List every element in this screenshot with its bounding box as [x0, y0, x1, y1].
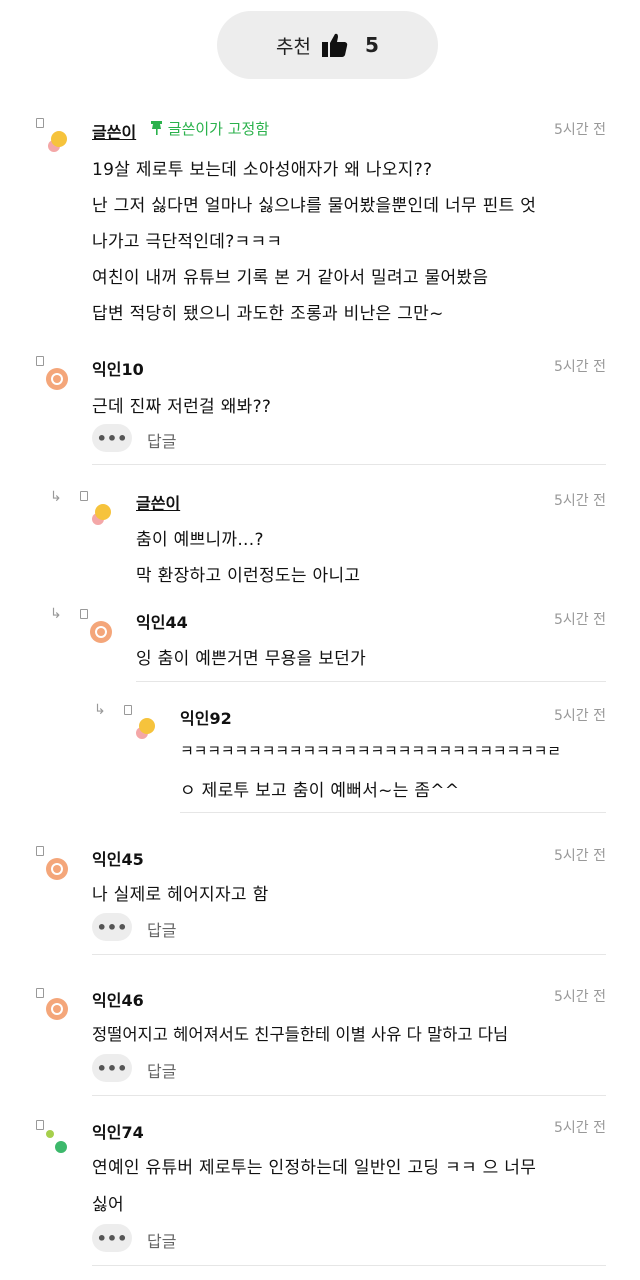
- reply-arrow-icon: ↳: [94, 702, 106, 718]
- comment-item: 글쓴이 글쓴이가 고정함 5시간 전 19살 제로투 보는데 소아성애자가 왜 …: [0, 110, 640, 340]
- comment-time: 5시간 전: [554, 359, 606, 375]
- comment-text-line: 나가고 극단적인데?ㅋㅋㅋ: [92, 232, 283, 252]
- level-badge-icon: [36, 846, 44, 856]
- divider: [92, 954, 606, 955]
- comment-time: 5시간 전: [554, 122, 606, 138]
- reply-button[interactable]: 답글: [147, 1058, 176, 1082]
- writer-avatar-icon: [48, 131, 67, 152]
- comment-text-line: 춤이 예쁘니까...?: [136, 530, 264, 550]
- comment-item: 익인45 5시간 전 나 실제로 헤어지자고 함 ••• 답글: [0, 840, 640, 960]
- comment-text-line: 잉 춤이 예쁜거면 무용을 보던가: [136, 649, 367, 669]
- reply-arrow-icon: ↳: [50, 606, 62, 622]
- more-options-button[interactable]: •••: [92, 1054, 132, 1082]
- level-badge-icon: [80, 609, 88, 619]
- comment-text-line: 싫어: [92, 1195, 124, 1215]
- avatar-icon: [90, 621, 112, 643]
- comment-time: 5시간 전: [554, 989, 606, 1005]
- comment-author[interactable]: 익인44: [136, 609, 188, 633]
- comment-author[interactable]: 익인45: [92, 846, 144, 870]
- comment-item: ↳ 글쓴이 5시간 전 춤이 예쁘니까...? 막 환장하고 이런정도는 아니고: [0, 485, 640, 595]
- reply-arrow-icon: ↳: [50, 489, 62, 505]
- pinned-text: 글쓴이가 고정함: [167, 120, 270, 138]
- level-badge-icon: [80, 491, 88, 501]
- pin-icon: [151, 121, 162, 135]
- comment-text-line: 여친이 내꺼 유튜브 기록 본 거 같아서 밀려고 물어봤음: [92, 268, 489, 288]
- recommend-section: 추천 5: [0, 0, 640, 90]
- avatar-icon: [46, 998, 68, 1020]
- avatar-icon: [46, 368, 68, 390]
- thumbs-up-icon: [322, 33, 348, 57]
- comment-item: 익인10 5시간 전 근데 진짜 저런걸 왜봐?? ••• 답글: [0, 350, 640, 470]
- divider: [92, 1095, 606, 1096]
- recommend-count: 5: [365, 33, 379, 57]
- more-options-button[interactable]: •••: [92, 424, 132, 452]
- comment-text-line: 막 환장하고 이런정도는 아니고: [136, 566, 361, 586]
- comment-text-line: 답변 적당히 됐으니 과도한 조롱과 비난은 그만~: [92, 304, 444, 324]
- reply-button[interactable]: 답글: [147, 917, 176, 941]
- avatar-icon: [46, 858, 68, 880]
- comment-item: 익인46 5시간 전 정떨어지고 헤어져서도 친구들한테 이별 사유 다 말하고…: [0, 982, 640, 1100]
- comment-text-line: 나 실제로 헤어지자고 함: [92, 885, 269, 905]
- pinned-label: 글쓴이가 고정함: [150, 118, 269, 139]
- comment-author[interactable]: 글쓴이: [136, 490, 180, 514]
- comment-text-line: 19살 제로투 보는데 소아성애자가 왜 나오지??: [92, 160, 433, 180]
- avatar-icon: [136, 718, 155, 739]
- comment-author[interactable]: 익인74: [92, 1119, 144, 1143]
- divider: [180, 812, 606, 813]
- divider: [136, 681, 606, 682]
- divider: [92, 464, 606, 465]
- comment-item: ↳ 익인44 5시간 전 잉 춤이 예쁜거면 무용을 보던가: [0, 604, 640, 684]
- comment-text-line: 난 그저 싫다면 얼마나 싫으냐를 물어봤을뿐인데 너무 핀트 엇: [92, 196, 537, 216]
- reply-button[interactable]: 답글: [147, 428, 176, 452]
- comment-item: 익인74 5시간 전 연예인 유튜버 제로투는 인정하는데 일반인 고딩 ㅋㅋ …: [0, 1114, 640, 1280]
- level-badge-icon: [36, 988, 44, 998]
- writer-avatar-icon: [92, 504, 111, 525]
- comment-text-line: 연예인 유튜버 제로투는 인정하는데 일반인 고딩 ㅋㅋ 으 너무: [92, 1158, 537, 1178]
- divider: [92, 1265, 606, 1266]
- level-badge-icon: [124, 705, 132, 715]
- level-badge-icon: [36, 118, 44, 128]
- level-badge-icon: [36, 356, 44, 366]
- comment-text-line: 근데 진짜 저런걸 왜봐??: [92, 397, 272, 417]
- recommend-button[interactable]: 추천 5: [217, 11, 438, 79]
- comment-author[interactable]: 글쓴이: [92, 119, 136, 143]
- comment-time: 5시간 전: [554, 493, 606, 509]
- comment-text-line: ㅇ 제로투 보고 춤이 예뻐서~는 좀^^: [180, 781, 460, 801]
- avatar-icon: [46, 1130, 67, 1153]
- more-options-button[interactable]: •••: [92, 913, 132, 941]
- comment-time: 5시간 전: [554, 848, 606, 864]
- comment-author[interactable]: 익인46: [92, 987, 144, 1011]
- comment-item: ↳ 익인92 5시간 전 ㅋㅋㅋㅋㅋㅋㅋㅋㅋㅋㅋㅋㅋㅋㅋㅋㅋㅋㅋㅋㅋㅋㅋㅋㅋㅋㅋ…: [0, 700, 640, 815]
- comment-time: 5시간 전: [554, 708, 606, 724]
- reply-button[interactable]: 답글: [147, 1228, 176, 1252]
- recommend-label: 추천: [276, 35, 312, 58]
- comment-author[interactable]: 익인10: [92, 356, 144, 380]
- comment-text-line: 정떨어지고 헤어져서도 친구들한테 이별 사유 다 말하고 다님: [92, 1025, 509, 1044]
- more-options-button[interactable]: •••: [92, 1224, 132, 1252]
- comment-author[interactable]: 익인92: [180, 705, 232, 729]
- comment-time: 5시간 전: [554, 612, 606, 628]
- comment-time: 5시간 전: [554, 1120, 606, 1136]
- comment-text-line: ㅋㅋㅋㅋㅋㅋㅋㅋㅋㅋㅋㅋㅋㅋㅋㅋㅋㅋㅋㅋㅋㅋㅋㅋㅋㅋㅋㄹ: [180, 742, 561, 760]
